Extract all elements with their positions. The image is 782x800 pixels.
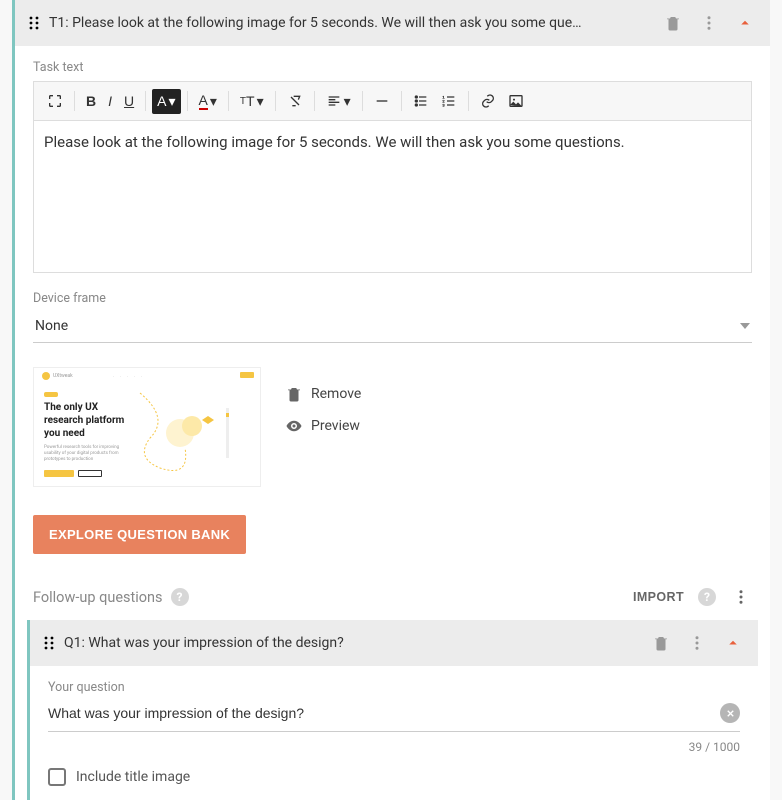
task-panel-body: Task text B I U A▾ A▾ TT▾ ▾ bbox=[15, 46, 770, 572]
task-panel: T1: Please look at the following image f… bbox=[12, 0, 770, 800]
remove-label: Remove bbox=[311, 386, 361, 402]
question-header: Q1: What was your impression of the desi… bbox=[30, 620, 758, 666]
question-title: Q1: What was your impression of the desi… bbox=[64, 635, 640, 651]
italic-button[interactable]: I bbox=[103, 89, 117, 113]
numbered-list-button[interactable]: 123 bbox=[436, 89, 462, 113]
char-count: 39 / 1000 bbox=[48, 740, 740, 754]
preview-image-button[interactable]: Preview bbox=[285, 417, 361, 435]
image-thumbnail[interactable]: UXtweak ····· The only UXresearch platfo… bbox=[33, 367, 261, 487]
task-text-editor[interactable]: Please look at the following image for 5… bbox=[33, 121, 752, 273]
highlight-color-button[interactable]: A▾ bbox=[152, 89, 180, 114]
clear-format-button[interactable] bbox=[282, 89, 308, 113]
device-frame-label: Device frame bbox=[33, 291, 752, 306]
task-more-menu-button[interactable] bbox=[698, 12, 720, 34]
task-panel-header: T1: Please look at the following image f… bbox=[15, 0, 770, 46]
question-text-input[interactable] bbox=[48, 701, 720, 725]
hr-button[interactable] bbox=[369, 89, 395, 113]
explore-question-bank-button[interactable]: EXPLORE QUESTION BANK bbox=[33, 515, 246, 554]
text-color-button[interactable]: A▾ bbox=[194, 88, 222, 114]
thumb-title-3: you need bbox=[44, 428, 85, 439]
your-question-label: Your question bbox=[48, 680, 740, 695]
thumb-subtitle: Powerful research tools for improving us… bbox=[44, 445, 134, 463]
bold-button[interactable]: B bbox=[81, 89, 101, 113]
include-title-image-label: Include title image bbox=[76, 769, 190, 785]
followup-bar: Follow-up questions ? IMPORT ? bbox=[15, 572, 770, 620]
device-frame-select[interactable]: None bbox=[33, 312, 752, 343]
import-button[interactable]: IMPORT bbox=[633, 590, 684, 604]
question-panel: Q1: What was your impression of the desi… bbox=[27, 620, 758, 800]
delete-task-button[interactable] bbox=[662, 12, 684, 34]
dropdown-caret-icon bbox=[740, 323, 750, 329]
question-more-menu-button[interactable] bbox=[686, 632, 708, 654]
svg-text:3: 3 bbox=[442, 102, 445, 107]
decorative-swirl-icon bbox=[130, 388, 250, 478]
help-icon[interactable]: ? bbox=[171, 588, 189, 606]
task-title: T1: Please look at the following image f… bbox=[49, 15, 652, 31]
drag-handle-icon[interactable] bbox=[29, 16, 39, 30]
align-button[interactable]: ▾ bbox=[321, 89, 356, 114]
collapse-task-button[interactable] bbox=[734, 12, 756, 34]
preview-label: Preview bbox=[311, 418, 360, 434]
underline-button[interactable]: U bbox=[119, 89, 139, 113]
image-button[interactable] bbox=[503, 89, 529, 113]
collapse-question-button[interactable] bbox=[722, 632, 744, 654]
include-title-image-checkbox[interactable] bbox=[48, 768, 66, 786]
remove-image-button[interactable]: Remove bbox=[285, 385, 361, 403]
editor-toolbar: B I U A▾ A▾ TT▾ ▾ 123 bbox=[33, 81, 752, 121]
bullet-list-button[interactable] bbox=[408, 89, 434, 113]
followup-more-menu-button[interactable] bbox=[730, 586, 752, 608]
task-text-label: Task text bbox=[33, 60, 752, 75]
text-size-button[interactable]: TT▾ bbox=[235, 89, 269, 114]
drag-handle-icon[interactable] bbox=[44, 636, 54, 650]
followup-label: Follow-up questions bbox=[33, 589, 163, 606]
device-frame-value: None bbox=[35, 318, 68, 334]
import-help-icon[interactable]: ? bbox=[698, 588, 716, 606]
delete-question-button[interactable] bbox=[650, 632, 672, 654]
thumb-title-1: The only UX bbox=[44, 402, 98, 413]
clear-input-button[interactable] bbox=[720, 703, 740, 723]
link-button[interactable] bbox=[475, 89, 501, 113]
thumb-title-2: research platform bbox=[44, 415, 124, 426]
thumb-logo-text: UXtweak bbox=[53, 373, 73, 379]
fullscreen-button[interactable] bbox=[42, 89, 68, 113]
